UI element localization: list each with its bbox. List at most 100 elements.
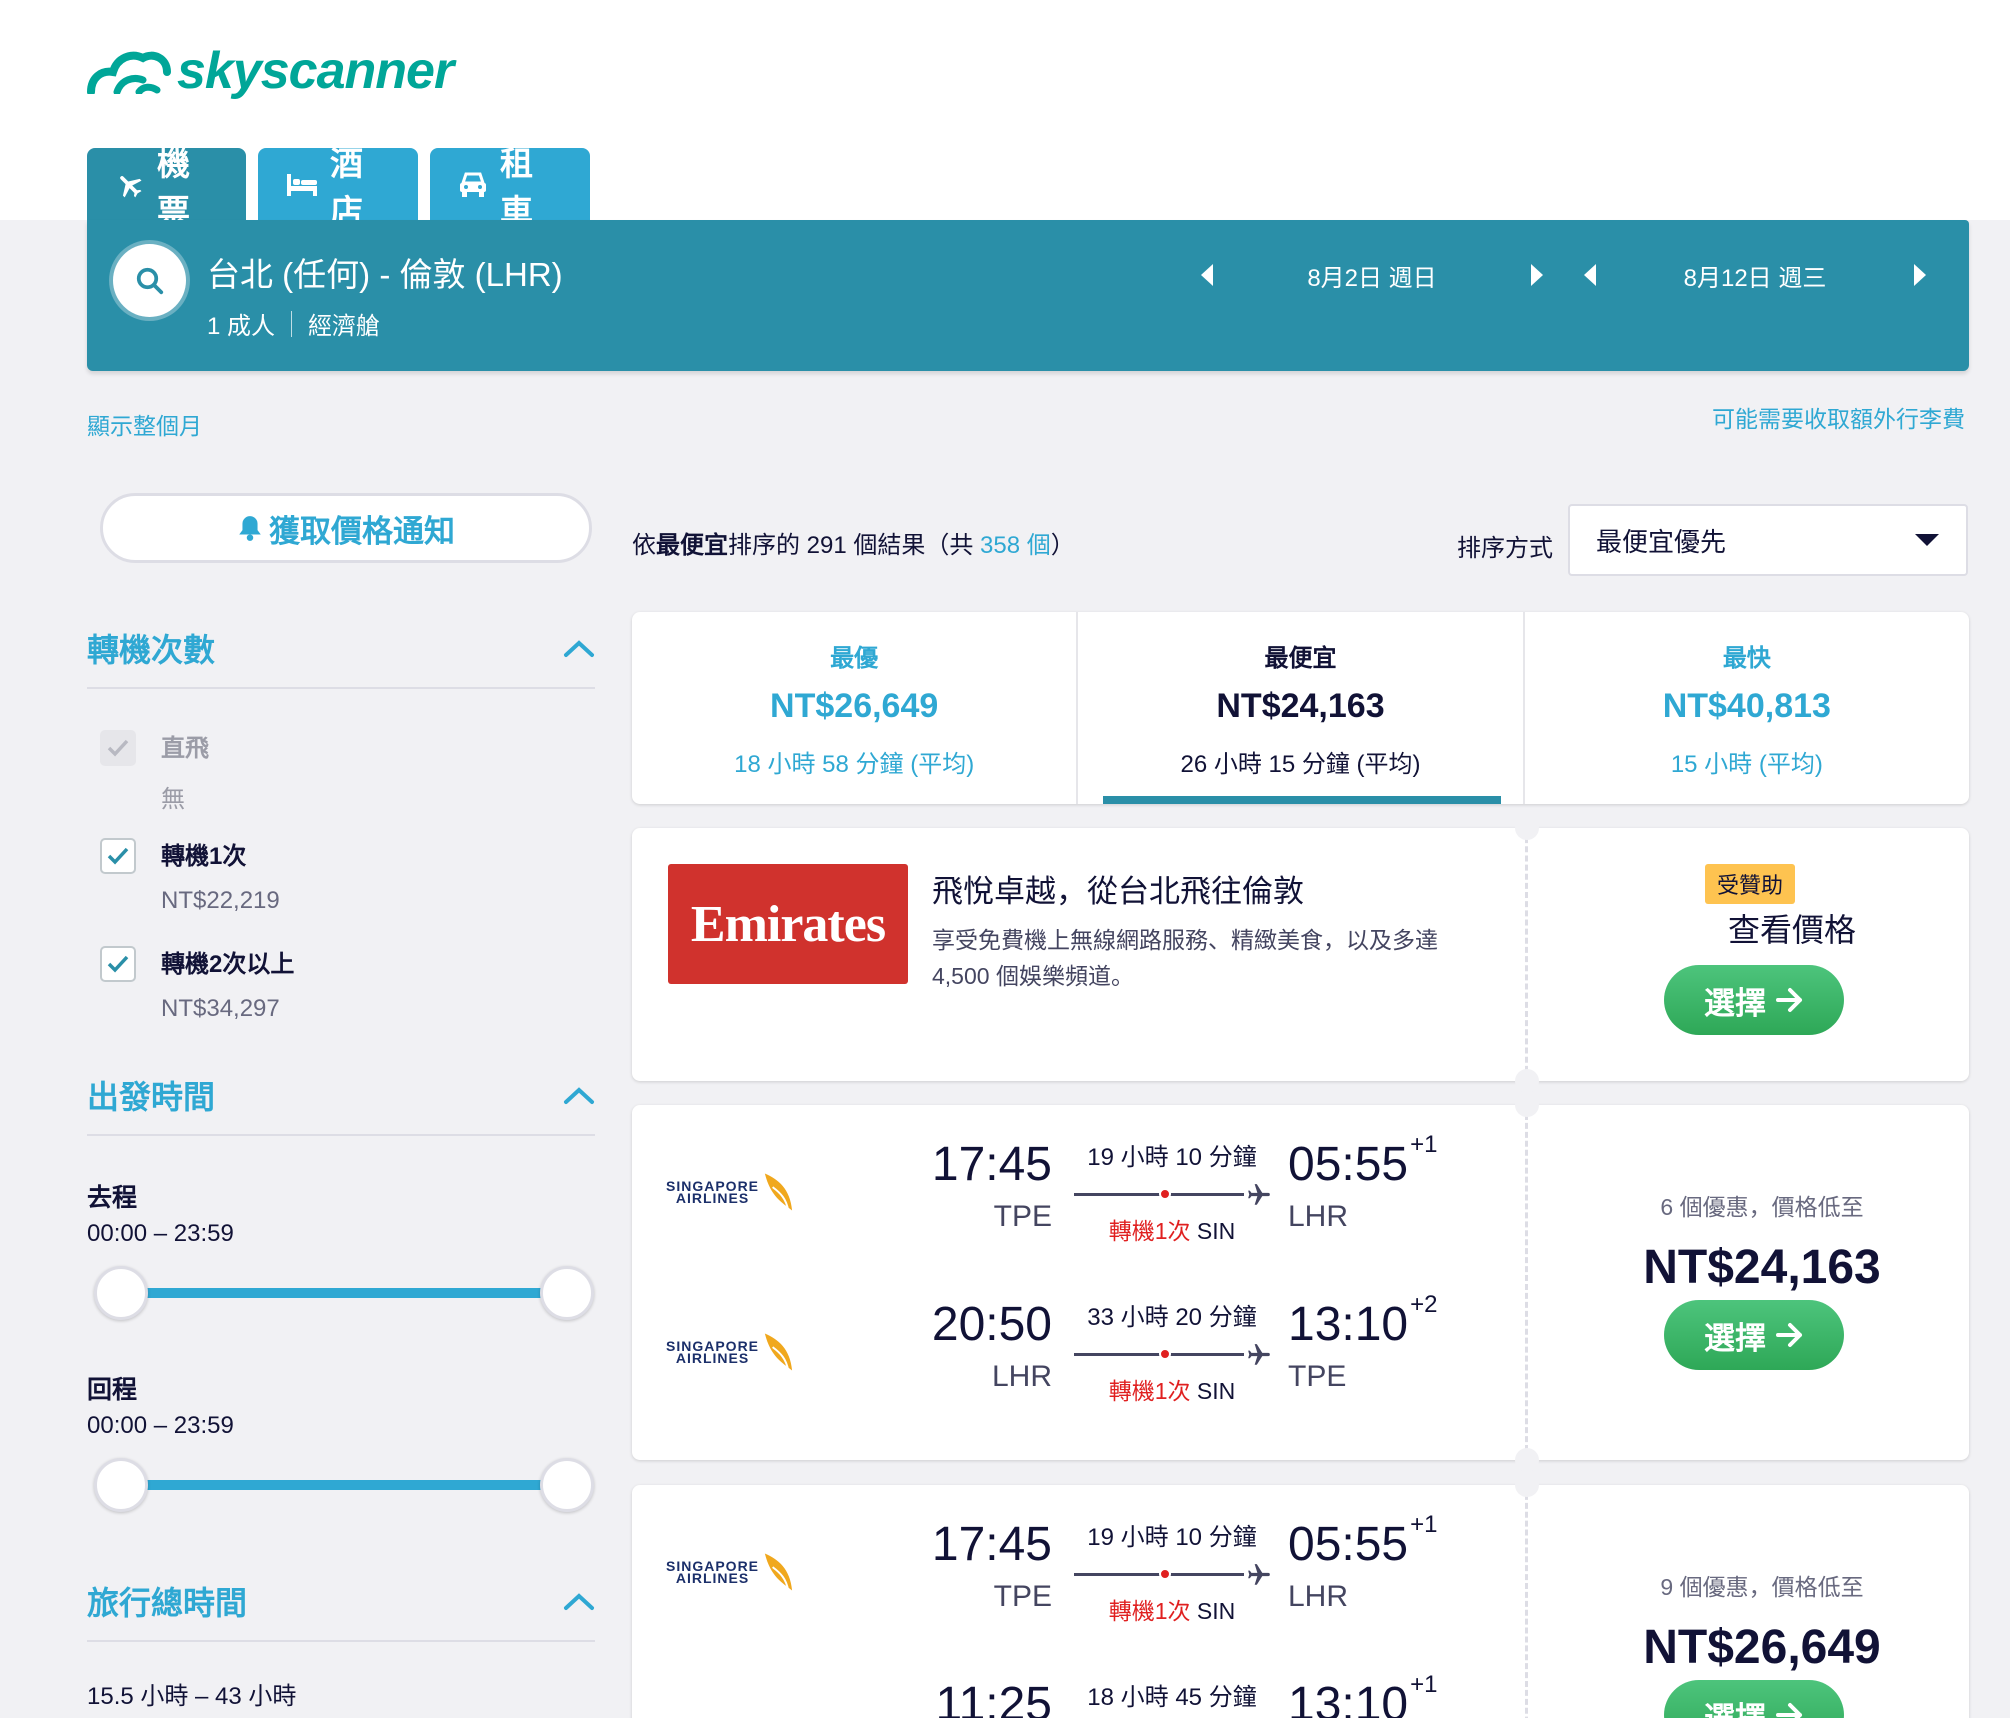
price: NT$24,163 xyxy=(1643,1241,1881,1294)
duration: 19 小時 10 分鐘 xyxy=(1087,1144,1257,1171)
departure: 17:45 TPE xyxy=(882,1517,1052,1614)
summary-duration: 18 小時 58 分鐘 (平均) xyxy=(734,750,975,778)
tab-hotels[interactable]: 酒店 xyxy=(258,145,418,230)
select-button[interactable]: 選擇 xyxy=(1664,1300,1844,1370)
results-sort-name: 最便宜 xyxy=(656,532,728,559)
checkbox-two-plus[interactable] xyxy=(100,946,136,982)
results-middle: 排序的 291 個結果（共 xyxy=(728,532,981,559)
return-date[interactable]: 8月12日 週三 xyxy=(1605,258,1905,293)
checkbox-direct xyxy=(100,730,136,766)
summary-best[interactable]: 最優 NT$26,649 18 小時 58 分鐘 (平均) xyxy=(632,612,1076,804)
next-return-date-button[interactable] xyxy=(1905,255,1935,295)
caret-left-icon xyxy=(1201,264,1213,286)
tab-cars[interactable]: 租車 xyxy=(430,145,590,230)
flight-result-card[interactable]: SINGAPORE AIRLINES 17:45 TPE 19 小時 10 分鐘 … xyxy=(632,1473,1969,1718)
logo-text: skyscanner xyxy=(177,42,454,100)
outbound-leg: SINGAPORE AIRLINES 17:45 TPE 19 小時 10 分鐘 … xyxy=(632,1511,1512,1637)
departure-airport: TPE xyxy=(993,1200,1052,1233)
outbound-time-slider[interactable] xyxy=(94,1266,594,1320)
price-alert-button[interactable]: 獲取價格通知 xyxy=(100,493,592,563)
arrow-right-icon xyxy=(1776,987,1804,1013)
price-alert-label: 獲取價格通知 xyxy=(269,513,455,549)
singapore-airlines-logo: SINGAPORE AIRLINES xyxy=(666,1547,796,1597)
singapore-airlines-logo: SINGAPORE AIRLINES xyxy=(666,1327,796,1377)
bell-icon xyxy=(239,516,261,541)
chevron-up-icon[interactable] xyxy=(563,638,595,658)
results-total-link[interactable]: 358 個 xyxy=(980,532,1051,559)
stop-info: 轉機1次 SIN xyxy=(1072,1372,1272,1406)
select-label: 選擇 xyxy=(1704,1700,1766,1718)
plane-icon xyxy=(1246,1342,1272,1368)
card-divider xyxy=(1525,1485,1528,1718)
flight-result-card[interactable]: SINGAPORE AIRLINES 17:45 TPE 19 小時 10 分鐘 … xyxy=(632,1093,1969,1472)
route-line xyxy=(1072,1344,1272,1365)
ad-description: 享受免費機上無線網路服務、精緻美食，以及多達 4,500 個娛樂頻道。 xyxy=(932,927,1438,989)
chevron-up-icon[interactable] xyxy=(563,1085,595,1105)
arrival-airport: LHR xyxy=(1288,1200,1349,1233)
card-notch xyxy=(1515,1093,1539,1117)
card-notch xyxy=(1515,1473,1539,1497)
stop-option-direct: 直飛無 xyxy=(100,728,209,814)
chevron-up-icon[interactable] xyxy=(563,1591,595,1611)
airline-logo-line: AIRLINES xyxy=(675,1190,750,1206)
duration: 33 小時 20 分鐘 xyxy=(1087,1304,1257,1331)
search-summary-bar[interactable]: 台北 (任何) - 倫敦 (LHR) 1 成人 經濟艙 8月2日 週日 8月12… xyxy=(87,220,1969,371)
stop-info: 轉機1次 SIN xyxy=(1072,1592,1272,1626)
show-month-link[interactable]: 顯示整個月 xyxy=(87,407,202,441)
slider-handle-min[interactable] xyxy=(94,1266,148,1320)
results-prefix: 依 xyxy=(632,532,656,559)
singapore-airlines-logo: SINGAPORE AIRLINES xyxy=(666,1167,796,1217)
sort-dropdown[interactable]: 最便宜優先 xyxy=(1568,504,1968,576)
summary-fastest[interactable]: 最快 NT$40,813 15 小時 (平均) xyxy=(1522,612,1969,804)
stop-count: 轉機1次 xyxy=(1108,1598,1191,1624)
baggage-fee-link[interactable]: 可能需要收取額外行李費 xyxy=(1712,400,1965,434)
checkbox-one-stop[interactable] xyxy=(100,838,136,874)
select-button[interactable]: 選擇 xyxy=(1664,1680,1844,1718)
outbound-label: 去程 xyxy=(87,1184,138,1212)
bird-emblem-icon xyxy=(764,1173,793,1211)
summary-price: NT$40,813 xyxy=(1662,686,1831,725)
cabin-class: 經濟艙 xyxy=(308,313,381,340)
summary-cheapest[interactable]: 最便宜 NT$24,163 26 小時 15 分鐘 (平均) xyxy=(1076,612,1522,804)
bird-emblem-icon xyxy=(764,1333,793,1371)
prev-return-date-button[interactable] xyxy=(1575,255,1605,295)
slider-handle-max[interactable] xyxy=(540,1266,594,1320)
departure: 17:45 TPE xyxy=(882,1137,1052,1234)
stop-price: NT$34,297 xyxy=(161,995,280,1022)
total-duration-filter-header[interactable]: 旅行總時間 xyxy=(87,1578,595,1642)
departure-time-title: 出發時間 xyxy=(87,1079,216,1115)
passenger-cabin-info[interactable]: 1 成人 經濟艙 xyxy=(207,306,380,341)
caret-down-icon xyxy=(1915,534,1939,546)
route-text[interactable]: 台北 (任何) - 倫敦 (LHR) xyxy=(207,248,563,296)
departure-time-filter-header[interactable]: 出發時間 xyxy=(87,1072,595,1136)
stop-option-one[interactable]: 轉機1次 NT$22,219 xyxy=(100,836,280,915)
summary-heading: 最優 xyxy=(830,644,879,672)
sponsored-ad-card[interactable]: Emirates 飛悅卓越，從台北飛往倫敦 享受免費機上無線網路服務、精緻美食，… xyxy=(632,816,1969,1093)
slider-handle-max[interactable] xyxy=(540,1458,594,1512)
car-icon xyxy=(458,171,488,199)
slider-handle-min[interactable] xyxy=(94,1458,148,1512)
caret-right-icon xyxy=(1531,264,1543,286)
departure-time: 17:45 xyxy=(931,1138,1052,1191)
total-duration-range: 15.5 小時 – 43 小時 xyxy=(87,1683,297,1710)
next-depart-date-button[interactable] xyxy=(1522,255,1552,295)
select-label: 選擇 xyxy=(1704,985,1766,1021)
cloud-logo-icon xyxy=(87,51,171,94)
divider xyxy=(291,310,293,337)
prev-depart-date-button[interactable] xyxy=(1192,255,1222,295)
return-time-slider[interactable] xyxy=(94,1458,594,1512)
stops-filter-header[interactable]: 轉機次數 xyxy=(87,625,595,689)
search-button[interactable] xyxy=(113,244,186,317)
arrival: 13:10+2 TPE xyxy=(1288,1291,1488,1394)
stop-option-two-plus[interactable]: 轉機2次以上 NT$34,297 xyxy=(100,944,294,1023)
ad-select-button[interactable]: 選擇 xyxy=(1664,965,1844,1035)
card-divider xyxy=(1525,1105,1528,1460)
skyscanner-logo[interactable]: skyscanner xyxy=(87,36,454,106)
view-price-text: 查看價格 xyxy=(1727,912,1856,948)
arrival-time: 13:10 xyxy=(1288,1298,1409,1351)
total-duration-title: 旅行總時間 xyxy=(87,1585,248,1621)
depart-date[interactable]: 8月2日 週日 xyxy=(1222,258,1522,293)
tab-flights[interactable]: 機票 xyxy=(87,145,246,230)
stop-airport: SIN xyxy=(1196,1378,1236,1404)
caret-right-icon xyxy=(1914,264,1926,286)
